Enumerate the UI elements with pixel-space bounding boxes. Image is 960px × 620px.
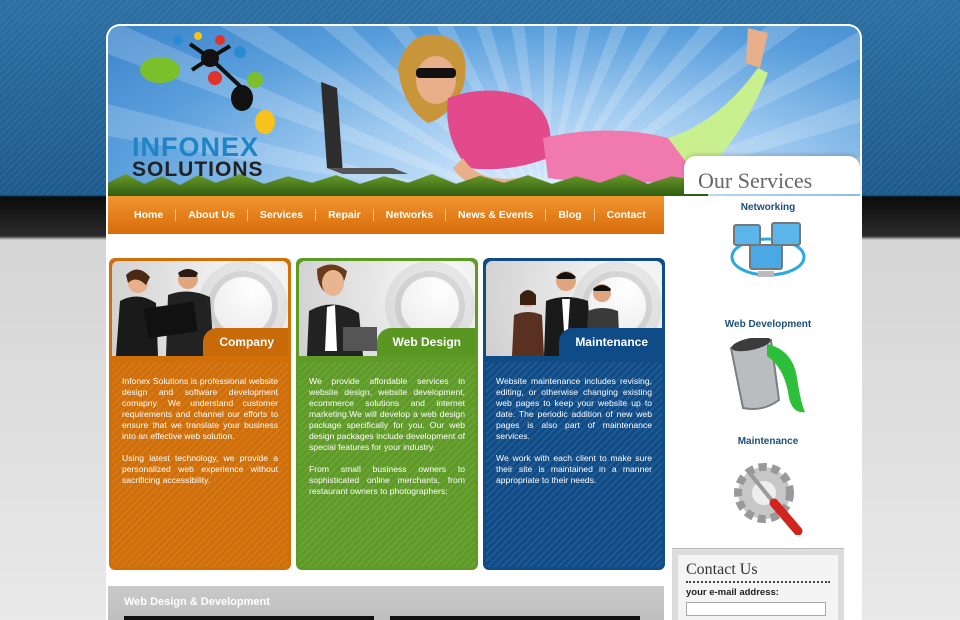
- card-company-text-1: Infonex Solutions is professional websit…: [122, 376, 278, 441]
- card-company: Company Infonex Solutions is professiona…: [109, 258, 291, 570]
- services-sidebar: Networking Web Development Maintenance: [674, 202, 862, 553]
- service-networking[interactable]: Networking: [674, 202, 862, 319]
- service-web-development[interactable]: Web Development: [674, 319, 862, 436]
- logo-molecule-icon: [140, 32, 275, 134]
- nav-contact[interactable]: Contact: [593, 209, 658, 221]
- main-nav: Home About Us Services Repair Networks N…: [108, 196, 664, 234]
- card-web-design-text-1: We provide affordable services in websit…: [309, 376, 465, 452]
- nav-repair[interactable]: Repair: [315, 209, 373, 221]
- nav-about-us[interactable]: About Us: [175, 209, 247, 221]
- card-web-design-body: We provide affordable services in websit…: [299, 362, 475, 567]
- card-company-body: Infonex Solutions is professional websit…: [112, 362, 288, 567]
- contact-box: Contact Us your e-mail address:: [672, 548, 844, 620]
- card-maintenance-text-1: Website maintenance includes revising, e…: [496, 376, 652, 441]
- networking-icon: [730, 222, 806, 277]
- page-container: INFONEX SOLUTIONS Our Services Home Abou…: [106, 24, 862, 620]
- service-maintenance-label[interactable]: Maintenance: [674, 436, 862, 447]
- card-web-design: Web Design We provide affordable service…: [296, 258, 478, 570]
- email-label: your e-mail address:: [686, 587, 779, 598]
- our-services-title: Our Services: [698, 168, 813, 193]
- gear-screwdriver-icon: [734, 463, 803, 535]
- card-web-design-title: Web Design: [376, 328, 475, 356]
- nav-services[interactable]: Services: [246, 209, 315, 221]
- nav-networks[interactable]: Networks: [372, 209, 445, 221]
- content-block-right: [390, 616, 640, 620]
- service-web-development-label[interactable]: Web Development: [674, 319, 862, 330]
- card-maintenance-title: Maintenance: [559, 328, 662, 356]
- nav-news-events[interactable]: News & Events: [445, 209, 545, 221]
- card-company-title: Company: [203, 328, 288, 356]
- card-maintenance-body: Website maintenance includes revising, e…: [486, 362, 662, 567]
- card-maintenance-text-2: We work with each client to make sure th…: [496, 453, 652, 485]
- nav-blog[interactable]: Blog: [545, 209, 593, 221]
- our-services-tab: Our Services: [684, 156, 860, 194]
- card-company-text-2: Using latest technology, we provide a pe…: [122, 453, 278, 485]
- email-input[interactable]: [686, 602, 826, 616]
- section-heading: Web Design & Development: [124, 596, 270, 608]
- web-design-development-section: Web Design & Development: [108, 586, 664, 620]
- service-maintenance[interactable]: Maintenance: [674, 436, 862, 553]
- contact-title: Contact Us: [686, 561, 830, 583]
- card-web-design-text-2: From small business owners to sophistica…: [309, 464, 465, 496]
- paint-bucket-icon: [729, 338, 805, 413]
- card-maintenance: Maintenance Website maintenance includes…: [483, 258, 665, 570]
- content-block-left: [124, 616, 374, 620]
- nav-home[interactable]: Home: [126, 209, 175, 221]
- service-networking-label[interactable]: Networking: [674, 202, 862, 213]
